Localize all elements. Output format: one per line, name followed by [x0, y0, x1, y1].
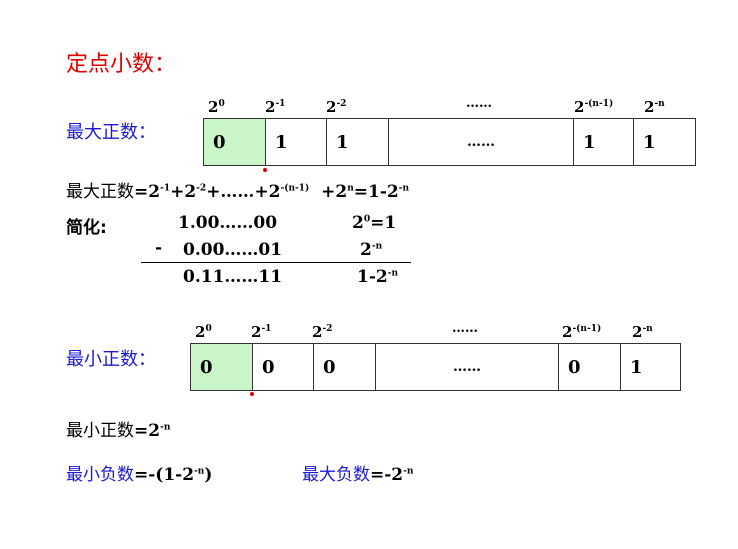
min-positive-formula: 最小正数=2-n: [66, 421, 171, 441]
simplify-row1: 1.00……00: [178, 213, 278, 233]
radix-point-marker: [263, 168, 267, 172]
subtraction-line: [141, 262, 411, 263]
exp-2-minus-1: 2-1: [265, 98, 286, 116]
bit-cell: 1: [327, 119, 389, 165]
max-positive-formula: 最大正数=2-1+2-2+……+2-(n-1) +2n=1-2-n: [66, 182, 409, 202]
exp-2-minus-1: 2-1: [251, 323, 272, 341]
minus-sign: -: [155, 238, 163, 258]
exp-dots: ……: [466, 96, 492, 111]
bit-cell: 0: [314, 344, 376, 390]
exp-2-minus-n-1: 2-(n-1): [574, 98, 614, 116]
exp-2-minus-n-1: 2-(n-1): [562, 323, 602, 341]
simplify-row3: 0.11……11: [183, 267, 283, 287]
bit-cell: 1: [643, 131, 656, 153]
bit-cell-ellipsis: ……: [389, 119, 574, 165]
bit-cell: 0: [559, 344, 621, 390]
bit-cell: 0: [191, 344, 253, 390]
max-negative-formula: 最大负数=-2-n: [302, 465, 414, 485]
simplify-row2-value: 2-n: [360, 240, 383, 260]
radix-point-marker: [250, 392, 254, 396]
simplify-row2: 0.00……01: [183, 240, 283, 260]
max-positive-register: 0 1 1 …… 1 1: [203, 118, 696, 166]
max-positive-label: 最大正数：: [66, 122, 156, 143]
page-title: 定点小数：: [66, 52, 177, 77]
exp-2-minus-n: 2-n: [632, 323, 653, 341]
exp-2-minus-n: 2-n: [644, 98, 665, 116]
bit-cell: 0: [253, 344, 314, 390]
simplify-row1-value: 20=1: [352, 213, 397, 233]
simplify-label: 简化:: [66, 218, 107, 238]
exp-2-0: 20: [195, 323, 212, 341]
exp-dots: ……: [452, 321, 478, 336]
bit-cell: 1: [266, 119, 327, 165]
exp-2-0: 20: [208, 98, 225, 116]
min-positive-register: 0 0 0 …… 0 1: [190, 343, 681, 391]
min-positive-label: 最小正数：: [66, 349, 156, 370]
bit-cell: 1: [630, 356, 643, 378]
bit-cell-ellipsis: ……: [376, 344, 559, 390]
simplify-row3-value: 1-2-n: [357, 267, 398, 287]
exp-2-minus-2: 2-2: [312, 323, 333, 341]
exp-2-minus-2: 2-2: [326, 98, 347, 116]
bit-cell: 0: [204, 119, 266, 165]
min-negative-formula: 最小负数=-(1-2-n): [66, 465, 213, 485]
bit-cell: 1: [574, 119, 634, 165]
